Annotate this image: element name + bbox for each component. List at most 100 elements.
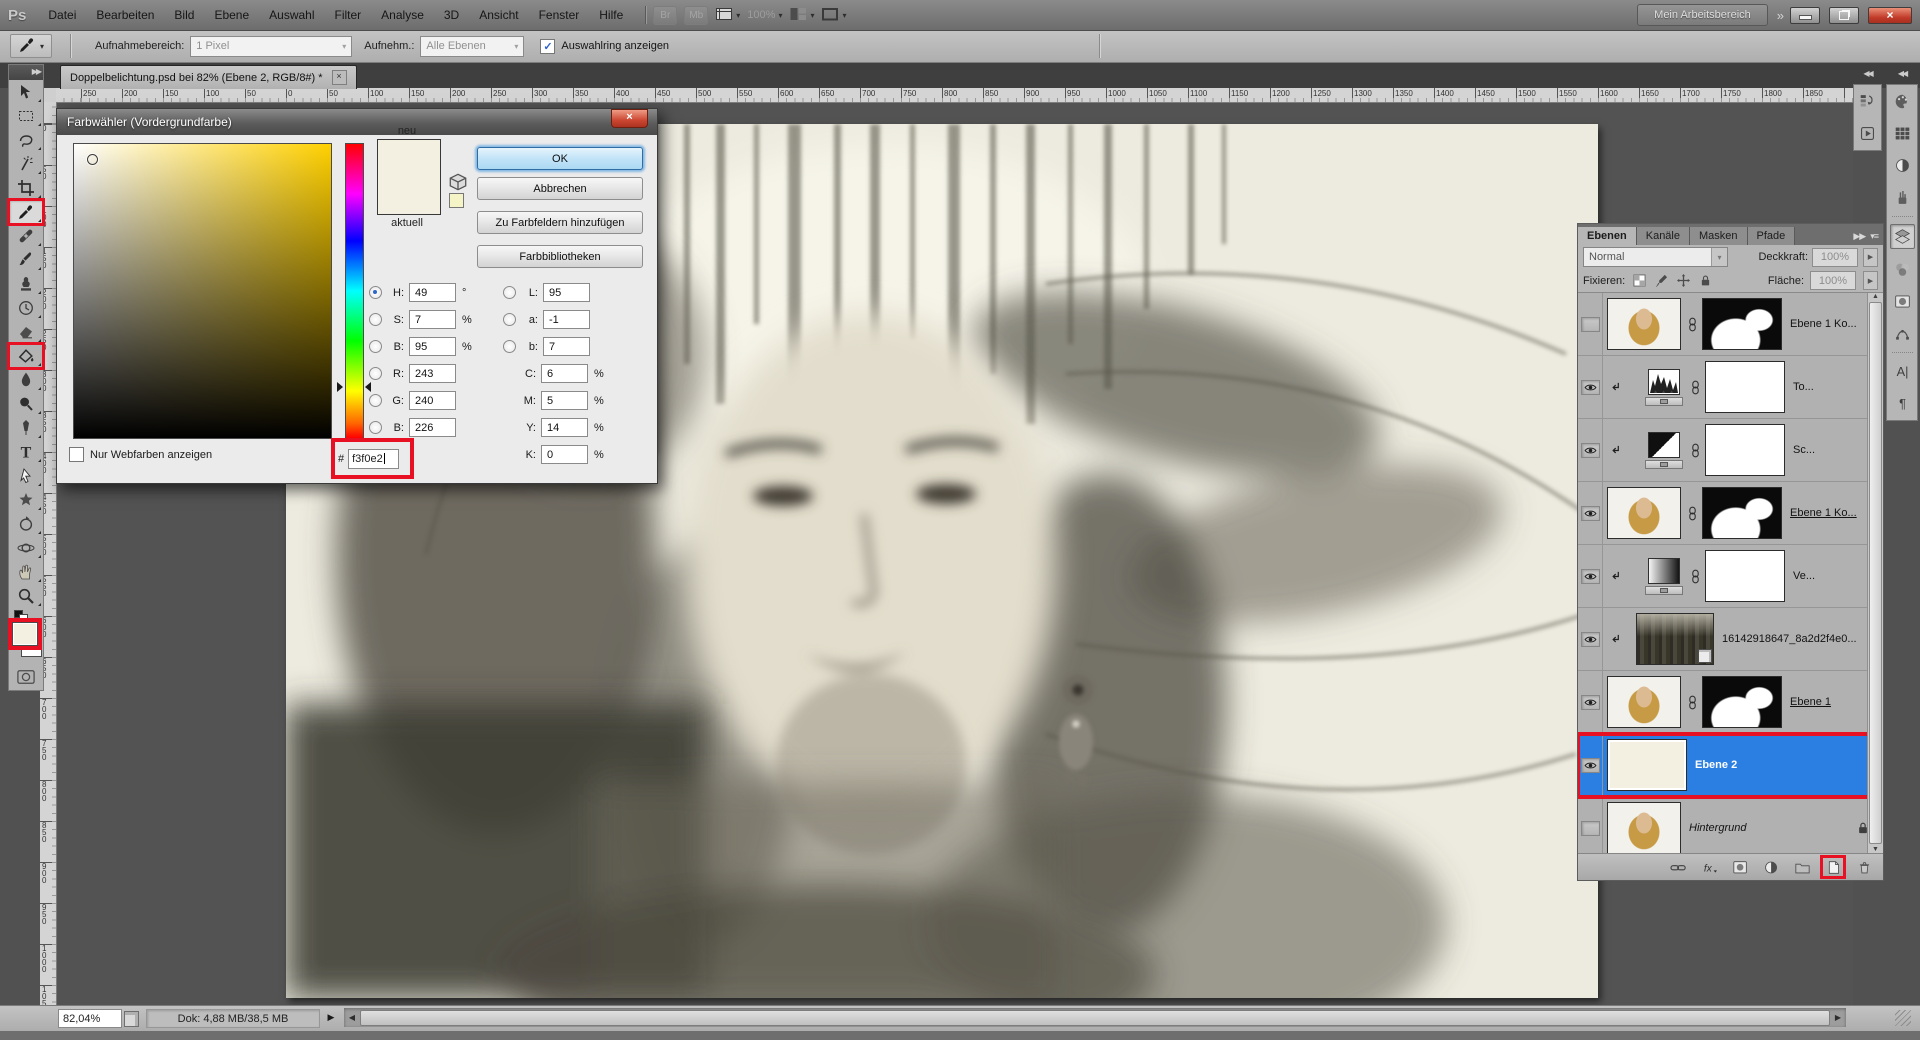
layer-row-ebene-1-ko[interactable]: Ebene 1 Ko... <box>1578 293 1883 356</box>
scroll-left-icon[interactable]: ◀ <box>344 1013 360 1022</box>
webcolors-checkbox[interactable] <box>69 447 84 462</box>
lock-pixels-button[interactable] <box>1653 272 1670 289</box>
scrollbar-thumb[interactable] <box>1869 302 1882 844</box>
layer-row-sc[interactable]: Sc... <box>1578 419 1883 482</box>
tool-history-brush[interactable] <box>9 296 43 320</box>
layer-name[interactable]: Sc... <box>1793 444 1815 456</box>
radio-g[interactable] <box>369 394 382 407</box>
menu-ebene[interactable]: Ebene <box>204 3 259 27</box>
layer-mask-thumbnail[interactable] <box>1705 550 1785 602</box>
visibility-toggle[interactable] <box>1581 506 1600 521</box>
tool-type[interactable]: T <box>9 440 43 464</box>
tab-masken[interactable]: Masken <box>1690 227 1748 245</box>
layer-mask-thumbnail[interactable] <box>1702 487 1782 539</box>
layer-name[interactable]: Ebene 1 <box>1790 696 1831 708</box>
adjustments-panel-button[interactable] <box>1891 154 1914 177</box>
dialog-titlebar[interactable]: Farbwähler (Vordergrundfarbe) <box>57 109 657 135</box>
panel-menu-icon[interactable]: ▾≡ <box>1870 231 1883 245</box>
color-field-marker[interactable] <box>87 154 98 165</box>
dialog-close-button[interactable]: × <box>611 109 648 128</box>
paragraph-panel-button[interactable]: ¶ <box>1891 392 1914 415</box>
brushes-panel-button[interactable] <box>1891 186 1914 209</box>
tab-kan-le[interactable]: Kanäle <box>1637 227 1690 245</box>
tool-marquee[interactable] <box>9 104 43 128</box>
visibility-cell[interactable] <box>1578 356 1603 418</box>
sample-layers-select[interactable]: Alle Ebenen▾ <box>420 36 524 57</box>
layer-name[interactable]: Ebene 2 <box>1695 759 1737 771</box>
tool-crop[interactable] <box>9 176 43 200</box>
menu-filter[interactable]: Filter <box>325 3 372 27</box>
layer-mask-thumbnail[interactable] <box>1702 298 1782 350</box>
menu-ansicht[interactable]: Ansicht <box>469 3 528 27</box>
field-input-m[interactable]: 5 <box>541 391 588 410</box>
blend-mode-select[interactable]: Normal▾ <box>1583 247 1728 267</box>
field-input-c[interactable]: 6 <box>541 364 588 383</box>
dialog-button-farbbibliotheken[interactable]: Farbbibliotheken <box>477 245 643 268</box>
visibility-toggle[interactable] <box>1581 758 1600 773</box>
dialog-button-abbrechen[interactable]: Abbrechen <box>477 177 643 200</box>
visibility-toggle[interactable] <box>1581 569 1600 584</box>
radio-l[interactable] <box>503 286 516 299</box>
layer-name[interactable]: To... <box>1793 381 1814 393</box>
new-group-button[interactable] <box>1791 857 1813 877</box>
foreground-color-swatch[interactable] <box>12 622 38 646</box>
scroll-down-icon[interactable]: ▼ <box>1872 846 1879 853</box>
layer-name[interactable]: Hintergrund <box>1689 822 1746 834</box>
tool-healing-brush[interactable] <box>9 224 43 248</box>
show-ring-checkbox[interactable]: ✓ <box>540 39 555 54</box>
layer-thumbnail[interactable] <box>1607 739 1687 791</box>
layer-thumbnail[interactable] <box>1607 802 1681 853</box>
lock-all-button[interactable] <box>1697 272 1714 289</box>
masks-panel-button[interactable] <box>1891 290 1914 313</box>
scrollbar-thumb[interactable] <box>360 1010 1830 1026</box>
menu-bild[interactable]: Bild <box>164 3 204 27</box>
swap-colors-icon[interactable] <box>19 614 28 622</box>
menu-hilfe[interactable]: Hilfe <box>589 3 633 27</box>
character-panel-button[interactable]: A| <box>1891 360 1914 383</box>
visibility-cell[interactable] <box>1578 545 1603 607</box>
channels-panel-button[interactable] <box>1891 258 1914 281</box>
swatches-panel-button[interactable] <box>1891 122 1914 145</box>
hex-input[interactable]: f3f0e2 <box>348 449 399 469</box>
visibility-cell[interactable] <box>1578 734 1603 796</box>
tool-path-select[interactable] <box>9 464 43 488</box>
tool-move[interactable] <box>9 80 43 104</box>
tool-paint-bucket[interactable] <box>9 344 43 368</box>
workspace-button[interactable]: Mein Arbeitsbereich <box>1637 4 1768 26</box>
layer-mask-thumbnail[interactable] <box>1705 361 1785 413</box>
field-input-y[interactable]: 14 <box>541 418 588 437</box>
tool-brush[interactable] <box>9 248 43 272</box>
hue-slider[interactable] <box>345 143 364 439</box>
visibility-cell[interactable] <box>1578 482 1603 544</box>
tool-custom-shape[interactable] <box>9 488 43 512</box>
visibility-toggle[interactable] <box>1581 632 1600 647</box>
adjustment-thumbnail[interactable] <box>1644 432 1684 469</box>
paths-panel-button[interactable] <box>1891 322 1914 345</box>
radio-a[interactable] <box>503 313 516 326</box>
layer-name[interactable]: Ebene 1 Ko... <box>1790 318 1857 330</box>
layer-mask-thumbnail[interactable] <box>1702 676 1782 728</box>
dock-collapse-icon[interactable]: ◀◀ <box>1886 62 1918 84</box>
web-safe-swatch[interactable] <box>449 193 464 208</box>
field-input-k[interactable]: 0 <box>541 445 588 464</box>
menu-analyse[interactable]: Analyse <box>371 3 434 27</box>
layer-row-16142918647-8a2d2f4e0[interactable]: 16142918647_8a2d2f4e0... <box>1578 608 1883 671</box>
layer-row-ebene-2[interactable]: Ebene 2 <box>1578 734 1883 797</box>
visibility-toggle[interactable] <box>1581 695 1600 710</box>
tool-clone-stamp[interactable] <box>9 272 43 296</box>
visibility-cell[interactable] <box>1578 671 1603 733</box>
tool-orbit-3d[interactable] <box>9 536 43 560</box>
color-panel-button[interactable] <box>1891 90 1914 113</box>
delete-layer-button[interactable] <box>1853 857 1875 877</box>
status-flyout-icon[interactable]: ▶ <box>324 1009 338 1026</box>
saturation-brightness-field[interactable] <box>73 143 332 439</box>
radio-b[interactable] <box>369 421 382 434</box>
view-extras-button[interactable]: ▾ <box>715 5 740 26</box>
field-input-s[interactable]: 7 <box>409 310 456 329</box>
tool-eraser[interactable] <box>9 320 43 344</box>
tab-pfade[interactable]: Pfade <box>1748 227 1796 245</box>
radio-r[interactable] <box>369 367 382 380</box>
bridge-button[interactable]: Br <box>653 6 677 25</box>
close-button[interactable]: × <box>1868 7 1912 24</box>
tool-magic-wand[interactable] <box>9 152 43 176</box>
